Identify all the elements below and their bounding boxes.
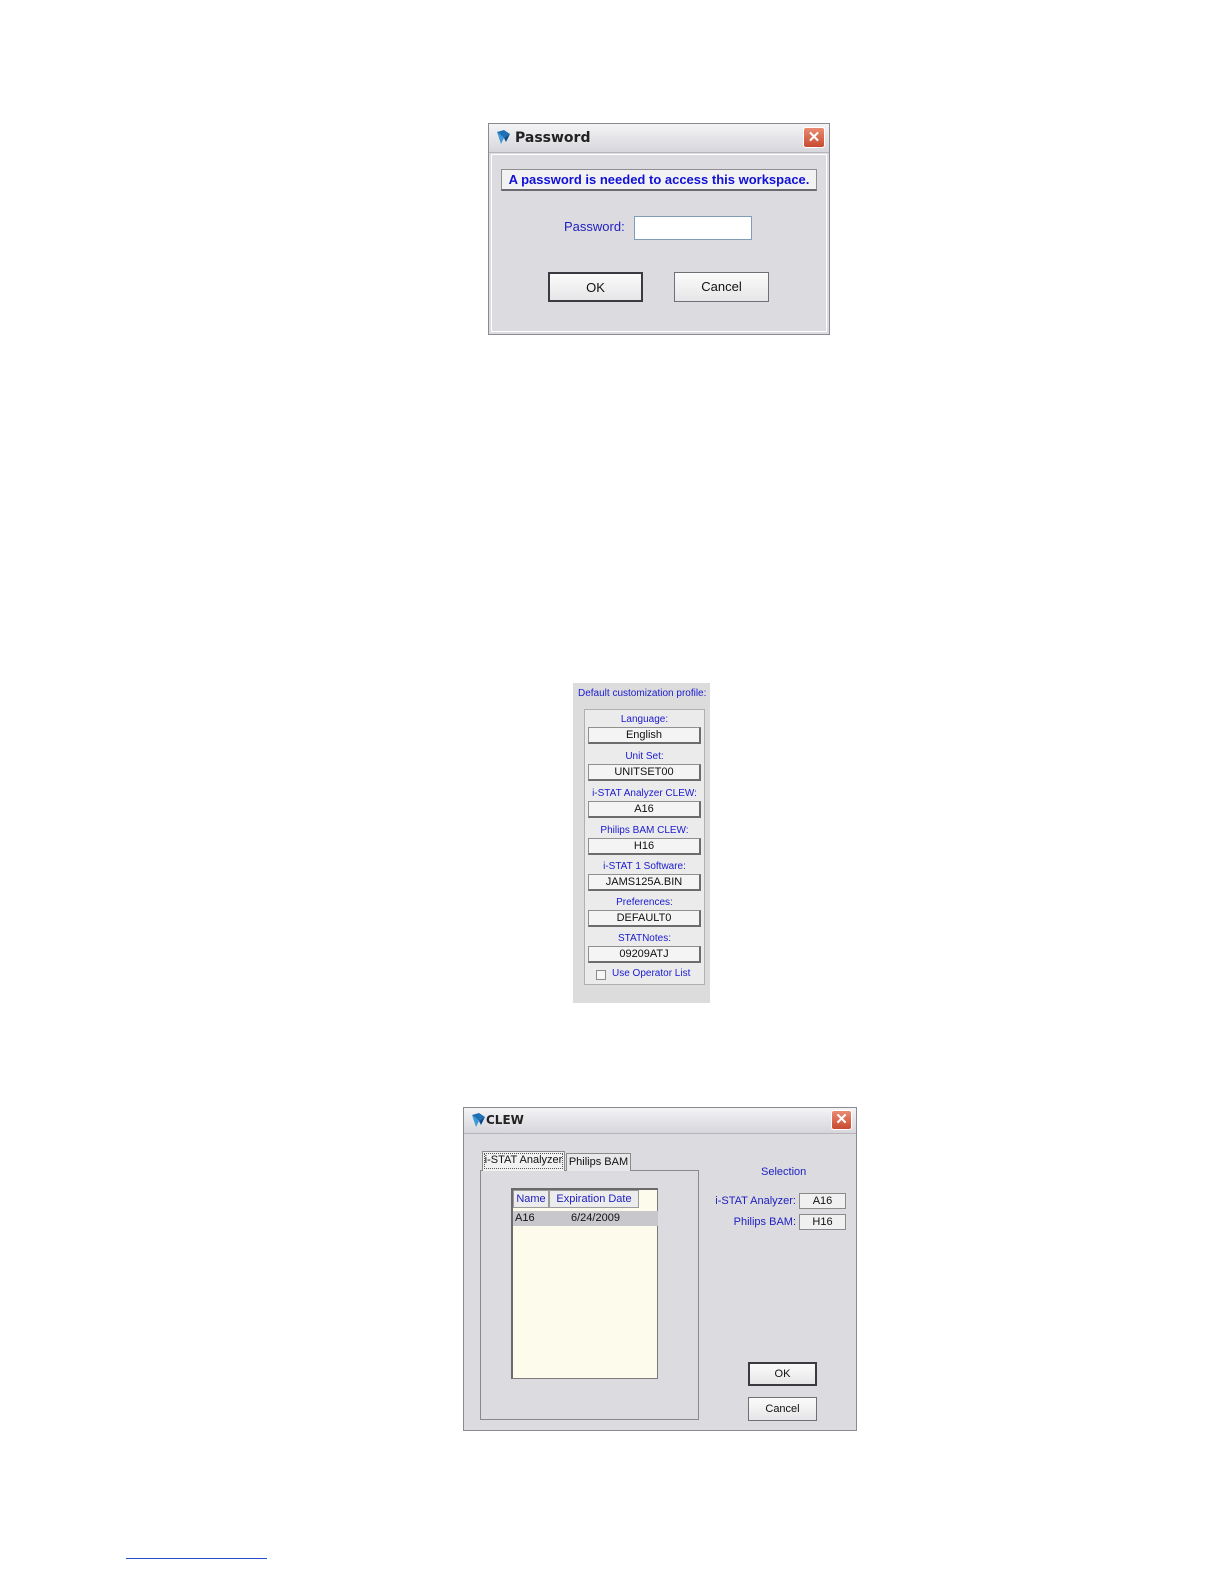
column-header-expiration-date[interactable]: Expiration Date bbox=[549, 1190, 639, 1208]
password-input[interactable] bbox=[634, 216, 752, 240]
tab-istat-analyzer[interactable]: i-STAT Analyzer bbox=[482, 1151, 565, 1171]
password-dialog: Password ✕ A password is needed to acces… bbox=[488, 123, 830, 335]
password-label: Password: bbox=[564, 219, 625, 234]
column-header-name[interactable]: Name bbox=[513, 1190, 549, 1208]
clew-list[interactable]: Name Expiration Date A16 6/24/2009 bbox=[511, 1188, 658, 1379]
preferences-value[interactable]: DEFAULT0 bbox=[588, 910, 701, 927]
app-icon bbox=[497, 130, 510, 144]
app-icon bbox=[472, 1113, 485, 1127]
clew-dialog-title: CLEW bbox=[486, 1113, 524, 1127]
unit-set-value[interactable]: UNITSET00 bbox=[588, 764, 701, 781]
philips-selection-label: Philips BAM: bbox=[733, 1216, 796, 1228]
row-name-cell: A16 bbox=[515, 1212, 535, 1224]
password-dialog-titlebar[interactable]: Password ✕ bbox=[489, 124, 829, 153]
philips-clew-value[interactable]: H16 bbox=[588, 838, 701, 855]
tab-philips-bam[interactable]: Philips BAM bbox=[566, 1153, 631, 1171]
clew-dialog: CLEW ✕ Name Expiration Date A16 6/24/200… bbox=[463, 1107, 857, 1431]
unit-set-label: Unit Set: bbox=[625, 751, 664, 762]
istat-selection-value: A16 bbox=[799, 1193, 846, 1209]
preferences-label: Preferences: bbox=[616, 897, 673, 908]
customization-profile-panel: Default customization profile: Language:… bbox=[573, 683, 710, 1003]
ok-button[interactable]: OK bbox=[548, 272, 643, 302]
istat-clew-label: i-STAT Analyzer CLEW: bbox=[592, 788, 697, 799]
cancel-button[interactable]: Cancel bbox=[674, 272, 769, 302]
profile-panel-title: Default customization profile: bbox=[578, 688, 707, 699]
password-dialog-title: Password bbox=[515, 130, 591, 146]
istat-software-value[interactable]: JAMS125A.BIN bbox=[588, 874, 701, 891]
use-operator-list-checkbox[interactable] bbox=[596, 970, 606, 980]
philips-clew-label: Philips BAM CLEW: bbox=[600, 825, 689, 836]
statnotes-value[interactable]: 09209ATJ bbox=[588, 946, 701, 963]
tab-panel: Name Expiration Date A16 6/24/2009 bbox=[480, 1170, 699, 1420]
cancel-button[interactable]: Cancel bbox=[748, 1397, 817, 1421]
selection-title: Selection bbox=[761, 1166, 807, 1178]
philips-selection-value: H16 bbox=[799, 1214, 846, 1230]
use-operator-list-label[interactable]: Use Operator List bbox=[612, 968, 690, 979]
close-icon[interactable]: ✕ bbox=[831, 1110, 852, 1130]
footnote-separator bbox=[126, 1558, 267, 1559]
password-message: A password is needed to access this work… bbox=[501, 169, 817, 191]
language-value[interactable]: English bbox=[588, 727, 701, 744]
istat-software-label: i-STAT 1 Software: bbox=[603, 861, 686, 872]
statnotes-label: STATNotes: bbox=[618, 933, 671, 944]
profile-fields-box: Language: English Unit Set: UNITSET00 i-… bbox=[584, 709, 705, 985]
language-label: Language: bbox=[620, 714, 669, 725]
istat-selection-label: i-STAT Analyzer: bbox=[715, 1195, 796, 1207]
istat-clew-value[interactable]: A16 bbox=[588, 801, 701, 818]
row-expiration-cell: 6/24/2009 bbox=[571, 1212, 620, 1224]
clew-dialog-titlebar[interactable]: CLEW ✕ bbox=[464, 1108, 856, 1134]
ok-button[interactable]: OK bbox=[748, 1362, 817, 1386]
close-icon[interactable]: ✕ bbox=[803, 127, 825, 148]
